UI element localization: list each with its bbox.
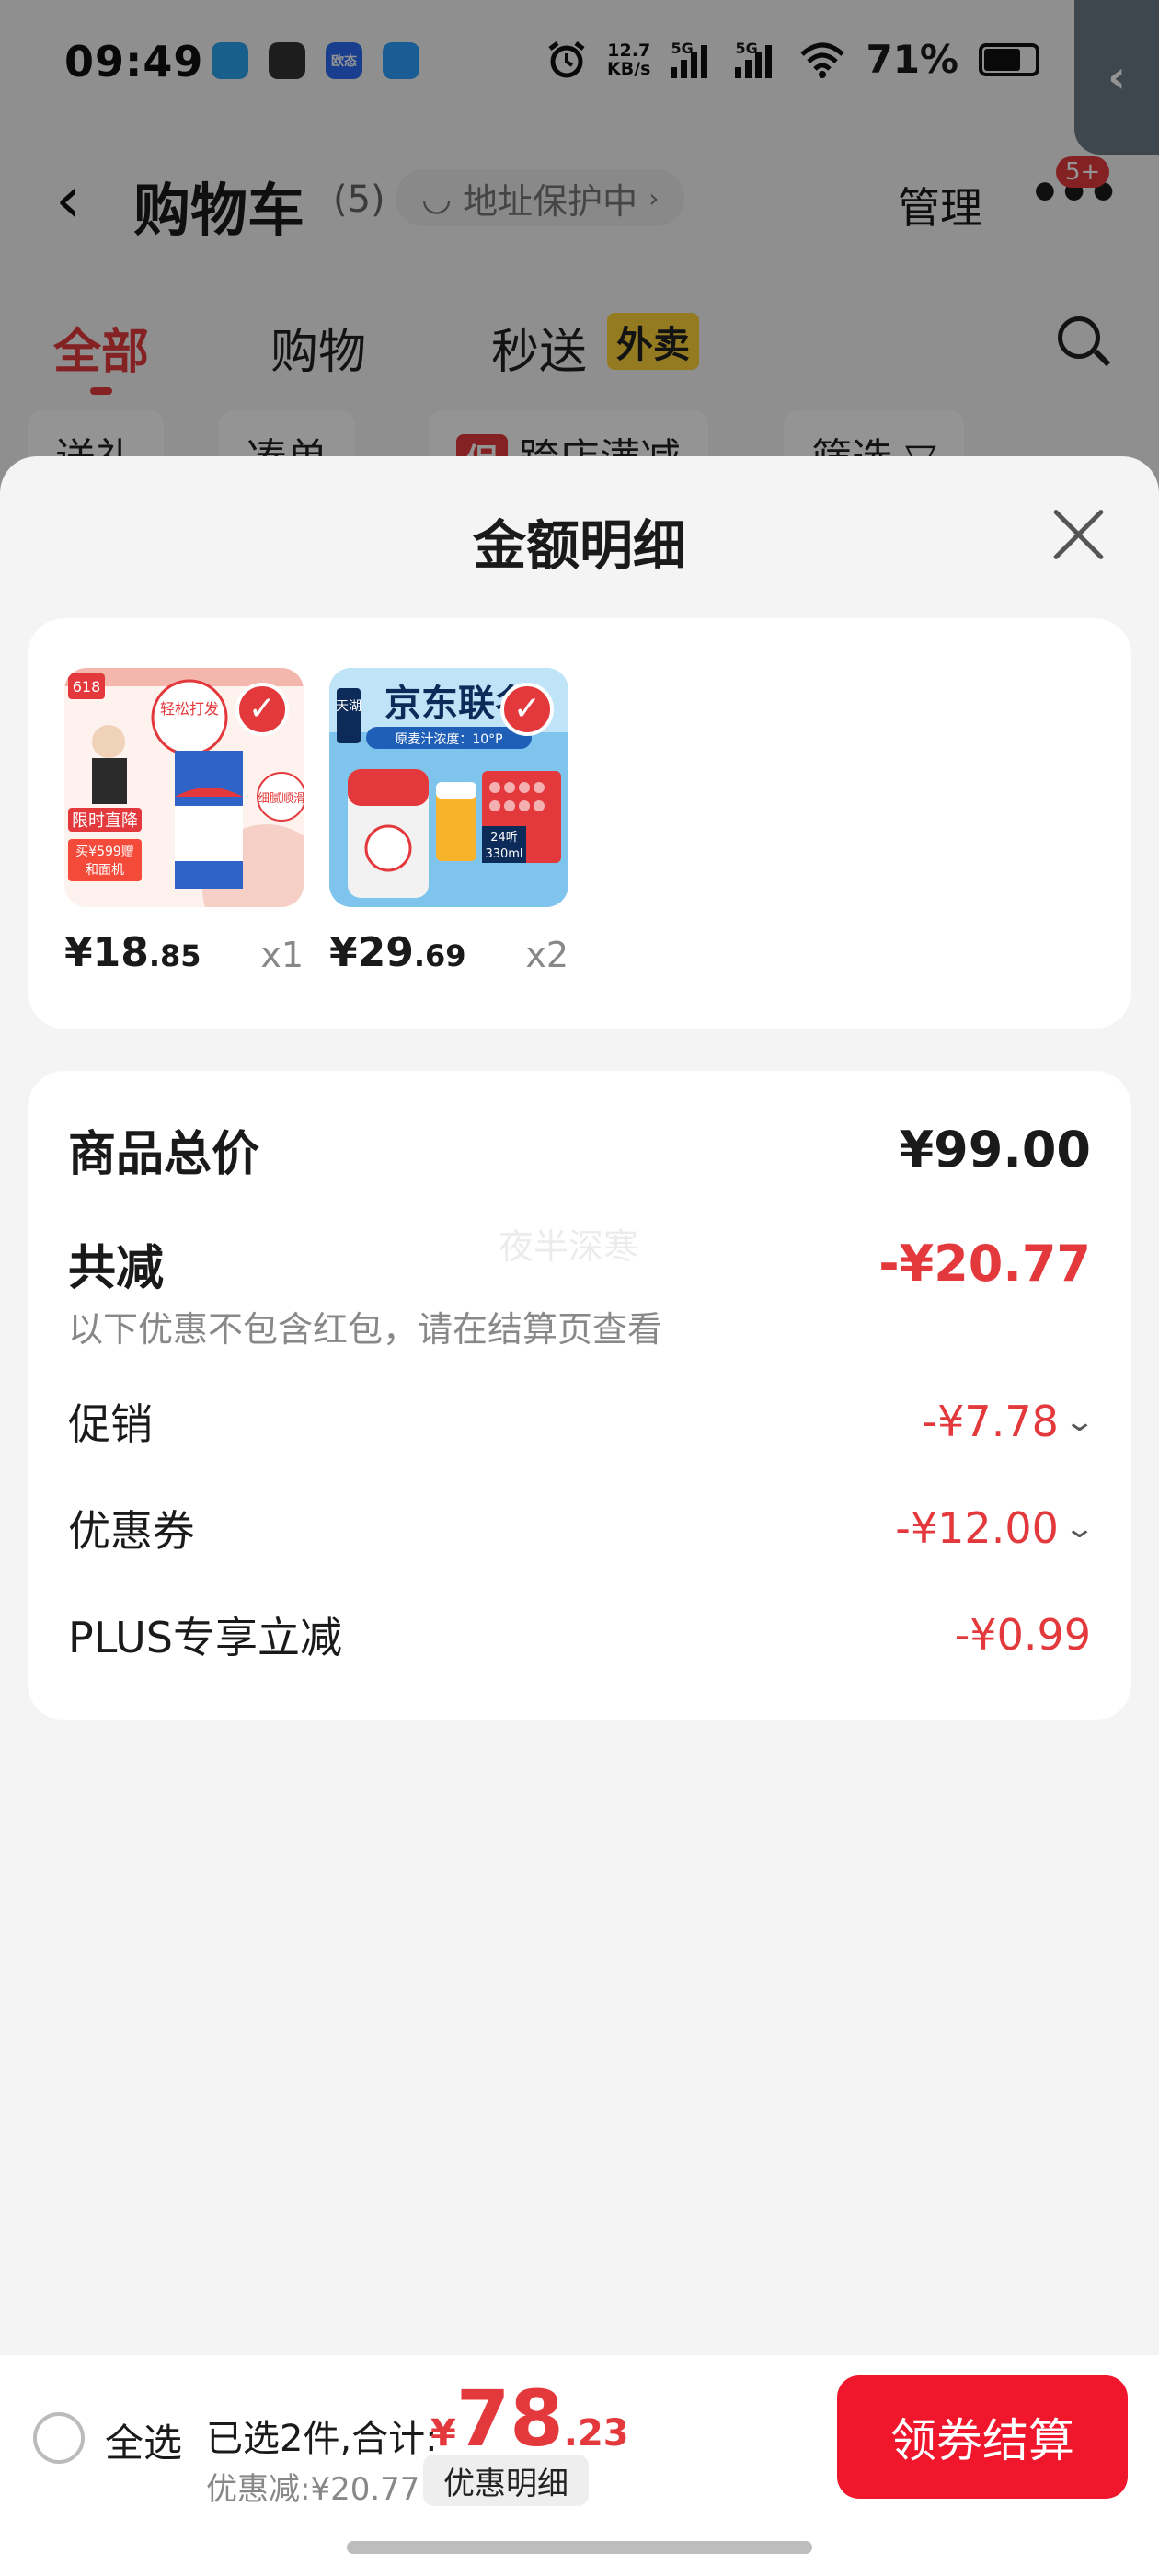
plus-discount-label: PLUS专享立减 bbox=[68, 1613, 342, 1662]
total-decimal: .23 bbox=[563, 2412, 629, 2455]
plus-discount-row: PLUS专享立减 -¥0.99 bbox=[68, 1604, 1091, 1665]
svg-text:买¥599赠: 买¥599赠 bbox=[75, 845, 134, 859]
check-icon: ✓ bbox=[500, 683, 554, 736]
coupon-label: 优惠券 bbox=[68, 1506, 195, 1556]
milk-product-image: 618 限时直降 买¥599赠 和面机 轻松打发 细腻顺滑 3 bbox=[64, 668, 304, 907]
price-decimal: .69 bbox=[413, 938, 466, 973]
subtotal-value: ¥99.00 bbox=[899, 1121, 1091, 1179]
discount-note: 以下优惠不包含红包，请在结算页查看 bbox=[68, 1309, 663, 1350]
price-integer: ¥29 bbox=[329, 929, 414, 976]
subtotal-row: 商品总价 ¥99.00 bbox=[68, 1115, 1091, 1184]
modal-overlay[interactable] bbox=[0, 0, 1159, 515]
close-icon[interactable] bbox=[1049, 504, 1107, 563]
product-price: ¥18.85 bbox=[64, 929, 201, 976]
discount-summary: 优惠减:¥20.77 bbox=[206, 2471, 420, 2508]
subtotal-label: 商品总价 bbox=[68, 1127, 260, 1182]
check-icon: ✓ bbox=[235, 683, 289, 736]
plus-discount-value: -¥0.99 bbox=[954, 1610, 1091, 1660]
price-integer: ¥18 bbox=[64, 929, 149, 976]
svg-text:原麦汁浓度：10°P: 原麦汁浓度：10°P bbox=[395, 732, 502, 747]
promotion-value-wrap: -¥7.78 ⌄ bbox=[922, 1397, 1096, 1446]
total-discount-row: 共减 -¥20.77 bbox=[68, 1229, 1091, 1298]
amount-details-sheet: 金额明细 618 限时直降 买¥599赠 和面机 轻松打发 细腻顺滑 ✓ ¥18… bbox=[0, 456, 1159, 2576]
chevron-down-icon: ⌄ bbox=[1062, 1512, 1096, 1545]
sheet-title: 金额明细 bbox=[472, 514, 686, 577]
svg-text:618: 618 bbox=[73, 678, 101, 696]
total-price: ¥78.23 bbox=[430, 2374, 629, 2464]
select-all-checkbox[interactable] bbox=[33, 2412, 85, 2464]
discount-details-button[interactable]: 优惠明细 bbox=[423, 2455, 589, 2506]
promotion-row[interactable]: 促销 -¥7.78 ⌄ bbox=[68, 1391, 1096, 1452]
svg-text:330ml: 330ml bbox=[485, 847, 522, 861]
coupon-row[interactable]: 优惠券 -¥12.00 ⌄ bbox=[68, 1498, 1096, 1558]
svg-text:轻松打发: 轻松打发 bbox=[160, 700, 219, 718]
svg-text:限时直降: 限时直降 bbox=[72, 811, 138, 831]
svg-text:细腻顺滑: 细腻顺滑 bbox=[258, 792, 304, 806]
cart-page-background: 09:49 欧态 12.7 KB/s 5G 5G 71% ‹ ‹ 购物车 (5)… bbox=[0, 0, 1159, 515]
price-decimal: .85 bbox=[148, 938, 201, 973]
coupon-value-wrap: -¥12.00 ⌄ bbox=[895, 1503, 1096, 1553]
chevron-down-icon: ⌄ bbox=[1062, 1405, 1096, 1438]
svg-text:天湖: 天湖 bbox=[336, 699, 361, 714]
promotion-value: -¥7.78 bbox=[922, 1397, 1059, 1446]
total-integer: 78 bbox=[455, 2374, 564, 2464]
price-details-card: 商品总价 ¥99.00 夜半深寒 共减 -¥20.77 以下优惠不包含红包，请在… bbox=[28, 1071, 1131, 1720]
product-quantity: x1 bbox=[260, 935, 304, 975]
beer-product-image: 天湖 京东联名 原麦汁浓度：10°P 24听 330ml ✓ bbox=[329, 668, 568, 907]
checkout-button[interactable]: 领券结算 bbox=[837, 2375, 1128, 2499]
selected-summary: 已选2件,合计: bbox=[206, 2418, 438, 2460]
promotion-label: 促销 bbox=[68, 1399, 153, 1449]
total-currency: ¥ bbox=[430, 2412, 456, 2455]
coupon-value: -¥12.00 bbox=[895, 1503, 1059, 1553]
selected-products-card: 618 限时直降 买¥599赠 和面机 轻松打发 细腻顺滑 3 bbox=[28, 618, 1131, 1029]
home-indicator[interactable] bbox=[347, 2541, 812, 2554]
total-discount-label: 共减 bbox=[68, 1241, 165, 1296]
total-discount-value: -¥20.77 bbox=[878, 1235, 1091, 1293]
svg-text:24听: 24听 bbox=[490, 831, 518, 845]
select-all-label[interactable]: 全选 bbox=[105, 2412, 182, 2468]
svg-text:和面机: 和面机 bbox=[86, 863, 124, 878]
product-quantity: x2 bbox=[525, 935, 568, 975]
product-price: ¥29.69 bbox=[329, 929, 466, 976]
